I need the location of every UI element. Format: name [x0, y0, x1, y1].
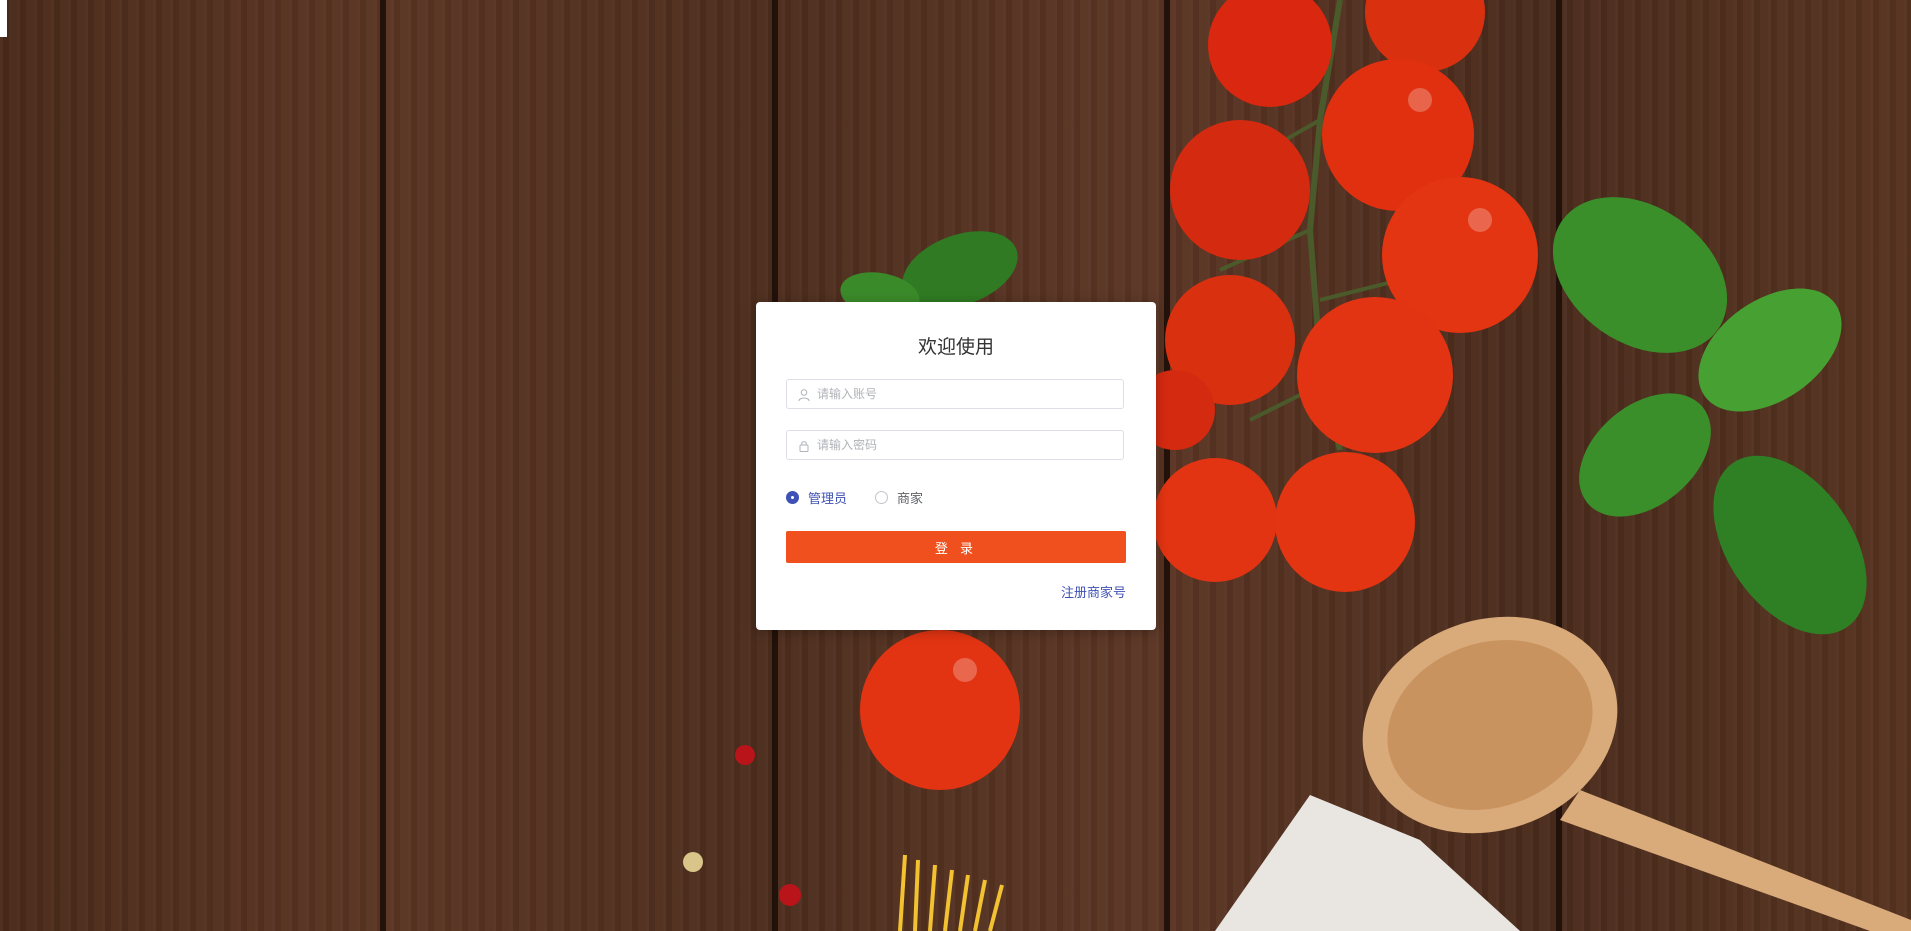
peppercorn: [683, 852, 703, 872]
role-label-admin: 管理员: [808, 491, 848, 507]
password-input[interactable]: [817, 431, 1117, 459]
tomato: [1297, 297, 1453, 453]
role-radio-group: 管理员 商家: [786, 487, 951, 507]
corner-mark: [0, 0, 7, 37]
user-icon: [797, 387, 811, 402]
register-merchant-link[interactable]: 注册商家号: [1061, 582, 1126, 601]
username-field[interactable]: [786, 379, 1124, 409]
tomato: [1275, 452, 1415, 592]
tomato: [1208, 0, 1332, 107]
login-title: 欢迎使用: [917, 336, 994, 358]
login-card: 欢迎使用 管理员 商家 登 录 注册商家号: [756, 302, 1156, 630]
tomato: [1170, 120, 1310, 260]
pasta: [898, 854, 1004, 931]
tomato: [1153, 458, 1277, 582]
peppercorn: [735, 745, 755, 765]
tomato: [860, 630, 1020, 790]
login-button[interactable]: 登 录: [786, 531, 1126, 563]
role-label-merchant: 商家: [897, 491, 924, 507]
wooden-spoon-handle: [1560, 790, 1911, 931]
lock-icon: [797, 438, 811, 452]
peppercorn: [779, 884, 801, 906]
radio-unchecked-icon[interactable]: [875, 490, 889, 504]
username-input[interactable]: [817, 380, 1117, 408]
password-field[interactable]: [786, 430, 1124, 460]
basil-leaf: [1713, 455, 1867, 635]
role-radio-merchant[interactable]: 商家: [875, 488, 923, 507]
radio-checked-icon[interactable]: [786, 490, 799, 504]
role-radio-admin[interactable]: 管理员: [786, 488, 847, 507]
